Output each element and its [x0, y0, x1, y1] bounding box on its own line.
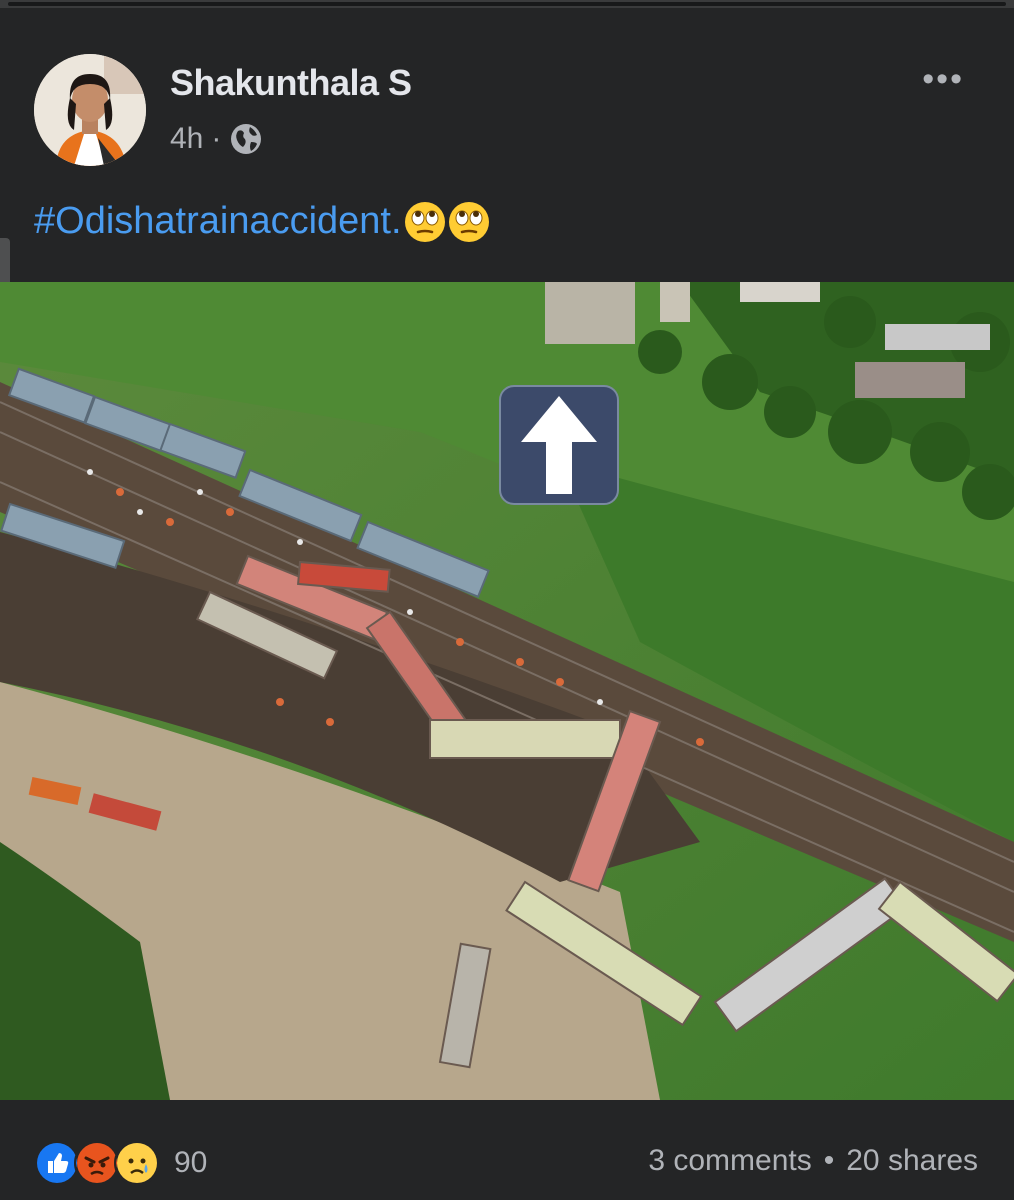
post-text: #Odishatrainaccident. — [34, 200, 490, 243]
reactions-summary[interactable]: 90 — [34, 1140, 207, 1186]
engagement-stats: 3 comments • 20 shares — [648, 1144, 978, 1178]
shares-link[interactable]: 20 shares — [846, 1144, 978, 1178]
post-meta: 4h · — [170, 122, 263, 156]
post-photo[interactable] — [0, 282, 1014, 1100]
train-accident-aerial-image — [0, 282, 1014, 1100]
reaction-count[interactable]: 90 — [174, 1146, 207, 1180]
hashtag-link[interactable]: #Odishatrainaccident. — [34, 200, 402, 243]
post-header: Shakunthala S 4h · ••• — [0, 40, 1014, 180]
meta-separator: · — [211, 122, 222, 155]
comments-link[interactable]: 3 comments — [648, 1144, 811, 1178]
globe-icon[interactable] — [229, 122, 263, 156]
author-name[interactable]: Shakunthala S — [170, 62, 412, 104]
sad-reaction-icon — [114, 1140, 160, 1186]
post-time[interactable]: 4h — [170, 122, 203, 156]
avatar-image — [34, 54, 146, 166]
top-bar-handle — [8, 2, 1006, 6]
stats-separator: • — [823, 1144, 835, 1177]
rolling-eyes-emoji-icon — [404, 201, 445, 242]
top-bar — [0, 0, 1014, 8]
post-footer: 90 3 comments • 20 shares — [0, 1100, 1014, 1200]
more-options-icon[interactable]: ••• — [922, 60, 964, 99]
rolling-eyes-emoji-icon — [448, 201, 489, 242]
avatar[interactable] — [34, 54, 146, 166]
